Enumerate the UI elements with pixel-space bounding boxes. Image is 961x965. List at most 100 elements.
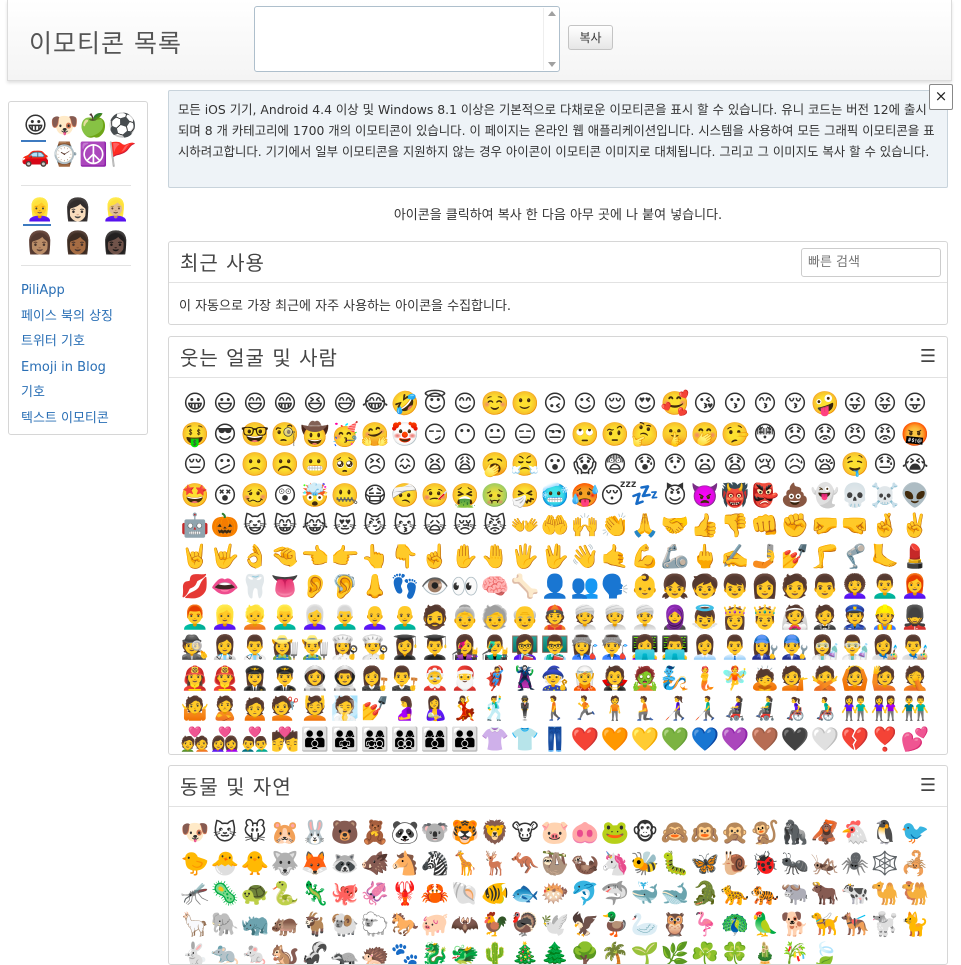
emoji-item[interactable]: 👩‍💼 [690,633,720,664]
emoji-item[interactable]: 🐪 [870,879,900,910]
emoji-item[interactable]: 🎃 [210,511,240,542]
sidebar-link-symbols[interactable]: 기호 [21,385,45,400]
emoji-item[interactable]: 🦢 [630,910,660,941]
emoji-item[interactable]: 👩‍🎨 [870,633,900,664]
emoji-item[interactable]: 😪 [810,450,840,481]
emoji-item[interactable]: 🐵 [630,818,660,849]
emoji-item[interactable]: 👨‍🦽 [810,694,840,725]
emoji-item[interactable]: 🦜 [750,910,780,941]
emoji-item[interactable]: 🐊 [690,879,720,910]
emoji-item[interactable]: 😍 [630,389,660,420]
emoji-item[interactable]: 😱 [570,450,600,481]
emoji-item[interactable]: 👩‍🎤 [450,633,480,664]
emoji-item[interactable]: 👺 [750,481,780,512]
emoji-item[interactable]: 🦩 [690,910,720,941]
skin-tone-option[interactable]: 👩🏻 [59,194,97,227]
emoji-item[interactable]: 🤟 [210,542,240,573]
emoji-item[interactable]: 🧛 [600,664,630,695]
emoji-item[interactable]: 🐑 [360,910,390,941]
emoji-item[interactable]: 👩‍🚀 [300,664,330,695]
category-tab[interactable]: ☮️ [79,141,108,170]
emoji-item[interactable]: 🙈 [660,818,690,849]
emoji-item[interactable]: 🐣 [210,849,240,880]
emoji-item[interactable]: 😵 [210,481,240,512]
emoji-item[interactable]: 🦘 [510,849,540,880]
emoji-item[interactable]: 🤩 [180,481,210,512]
emoji-item[interactable]: 👩‍✈️ [240,664,270,695]
emoji-item[interactable]: 👩‍⚕️ [210,633,240,664]
emoji-item[interactable]: 💪 [630,542,660,573]
emoji-item[interactable]: 🎍 [750,940,780,964]
emoji-item[interactable]: 👩‍🦲 [360,603,390,634]
emoji-item[interactable]: 👩‍👩‍👦 [420,725,450,755]
emoji-item[interactable]: 😂 [360,389,390,420]
emoji-item[interactable]: 🦒 [450,849,480,880]
emoji-item[interactable]: 🐆 [720,879,750,910]
emoji-item[interactable]: 🗣️ [600,572,630,603]
emoji-item[interactable]: 😲 [270,481,300,512]
emoji-item[interactable]: 👮 [840,603,870,634]
emoji-item[interactable]: 🧸 [360,818,390,849]
emoji-item[interactable]: 👩‍⚖️ [360,664,390,695]
emoji-item[interactable]: 👳‍♀️ [600,603,630,634]
emoji-item[interactable]: 🐾 [390,940,420,964]
emoji-item[interactable]: 🥵 [570,481,600,512]
emoji-item[interactable]: 👨‍👩‍👧‍👦 [360,725,390,755]
emoji-item[interactable]: 👨‍🚀 [330,664,360,695]
emoji-item[interactable]: 😯 [660,450,690,481]
emoji-item[interactable]: 👩‍🏭 [570,633,600,664]
hamburger-menu-icon[interactable]: ☰ [920,775,936,796]
emoji-item[interactable]: 🦓 [420,849,450,880]
emoji-item[interactable]: 🐌 [720,849,750,880]
emoji-item[interactable]: 😻 [330,511,360,542]
emoji-item[interactable]: 🖐️ [510,542,540,573]
emoji-item[interactable]: 🐇 [180,940,210,964]
emoji-item[interactable]: 🙎 [210,694,240,725]
emoji-item[interactable]: 😞 [780,420,810,451]
emoji-item[interactable]: 🦋 [690,849,720,880]
emoji-item[interactable]: 👀 [450,572,480,603]
emoji-item[interactable]: 👨‍🔧 [780,633,810,664]
emoji-item[interactable]: 🎄 [510,940,540,964]
emoji-item[interactable]: 💙 [690,725,720,755]
emoji-item[interactable]: 👩 [750,572,780,603]
emoji-item[interactable]: 🤔 [630,420,660,451]
emoji-item[interactable]: 🕵️ [180,633,210,664]
emoji-item[interactable]: 😶 [450,420,480,451]
emoji-item[interactable]: 👩‍🔬 [810,633,840,664]
emoji-item[interactable]: 🙅 [810,664,840,695]
emoji-item[interactable]: 😷 [360,481,390,512]
emoji-item[interactable]: 🦃 [510,910,540,941]
emoji-item[interactable]: 🦑 [360,879,390,910]
emoji-item[interactable]: 🐙 [330,879,360,910]
emoji-item[interactable]: 😙 [750,389,780,420]
emoji-item[interactable]: 🦧 [810,818,840,849]
emoji-item[interactable]: 👩‍🦼 [720,694,750,725]
emoji-item[interactable]: 🦿 [840,542,870,573]
emoji-item[interactable]: 😇 [420,389,450,420]
emoji-item[interactable]: 🐕 [780,910,810,941]
emoji-item[interactable]: 😠 [840,420,870,451]
emoji-item[interactable]: 👎 [720,511,750,542]
emoji-item[interactable]: 👏 [600,511,630,542]
emoji-item[interactable]: 🕴️ [510,694,540,725]
emoji-item[interactable]: 👧 [660,572,690,603]
emoji-item[interactable]: 🙃 [540,389,570,420]
emoji-item[interactable]: 🤝 [660,511,690,542]
category-tab[interactable]: 🚗 [21,141,50,170]
emoji-item[interactable]: 👈 [300,542,330,573]
emoji-item[interactable]: 🧒 [690,572,720,603]
emoji-item[interactable]: 🤬 [900,420,930,451]
emoji-item[interactable]: 🐩 [870,910,900,941]
emoji-item[interactable]: ✌️ [900,511,930,542]
category-tab[interactable]: ⚽ [108,112,137,141]
emoji-item[interactable]: 👨‍🦲 [390,603,420,634]
emoji-item[interactable]: 🐝 [630,849,660,880]
emoji-item[interactable]: 🤢 [480,481,510,512]
emoji-item[interactable]: 🙇 [750,664,780,695]
emoji-item[interactable]: 🦛 [270,910,300,941]
emoji-item[interactable]: 😥 [780,450,810,481]
emoji-item[interactable]: 👷 [870,603,900,634]
emoji-item[interactable]: 🐔 [840,818,870,849]
emoji-item[interactable]: 🧝 [570,664,600,695]
